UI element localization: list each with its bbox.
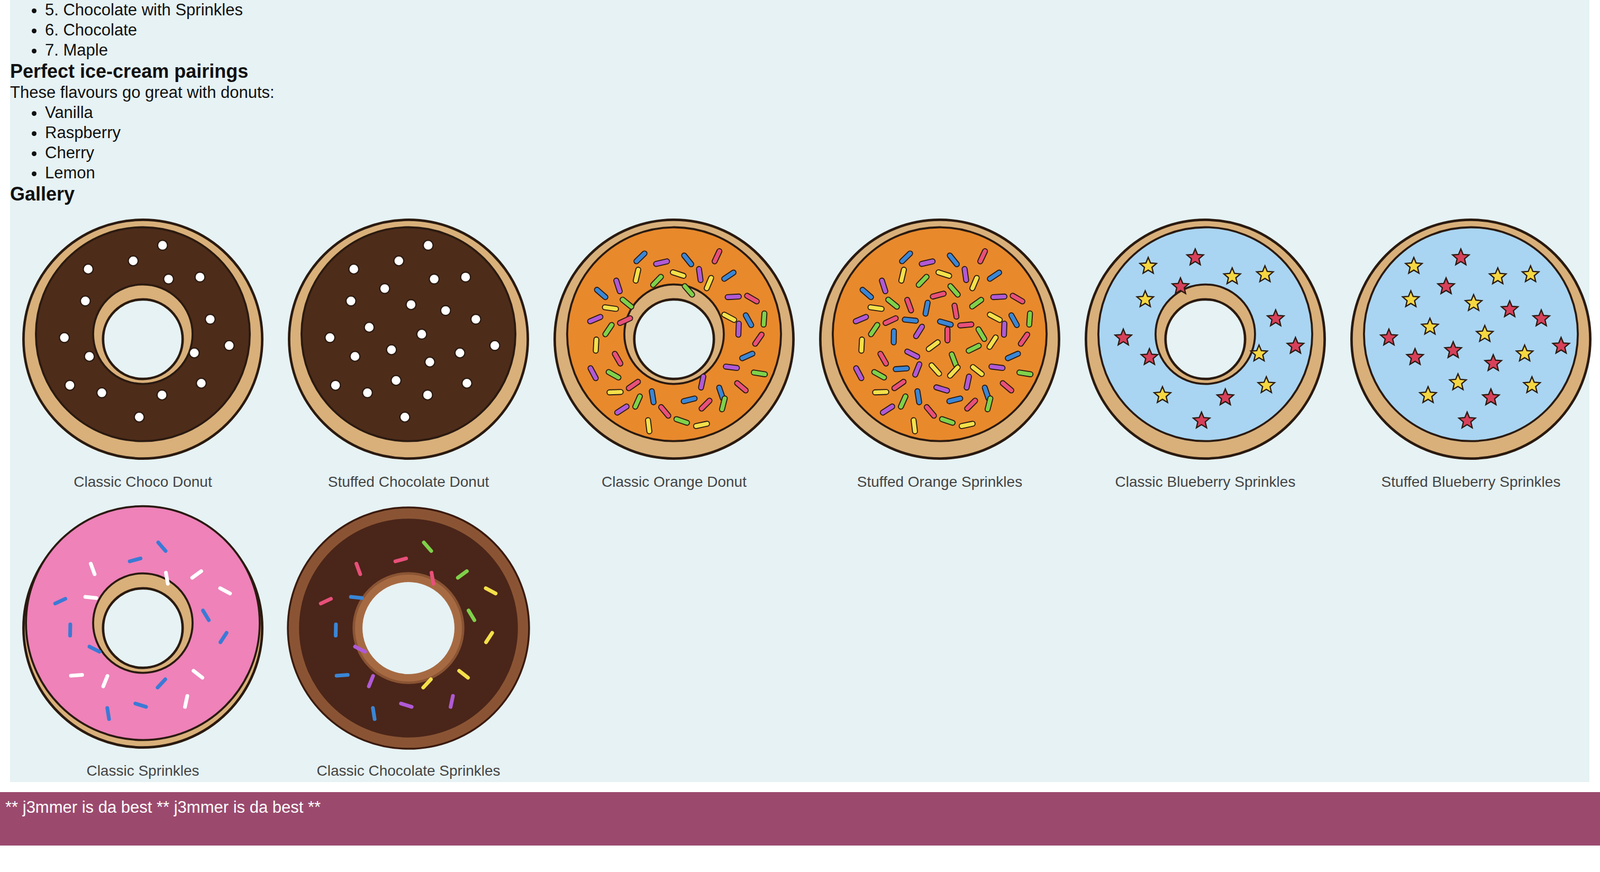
donut-caption: Classic Sprinkles — [86, 761, 199, 780]
flavour-item: 5. Chocolate with Sprinkles — [44, 0, 1590, 21]
gallery-card[interactable]: Classic Blueberry Sprinkles — [1072, 214, 1339, 492]
gallery: Classic Choco Donut Stuffed Chocolate Do… — [10, 214, 1590, 780]
pairing-item: Cherry — [44, 142, 1590, 163]
donut-icon — [284, 503, 533, 753]
page: 5. Chocolate with Sprinkles6. Chocolate7… — [0, 0, 1600, 846]
gallery-card[interactable]: Classic Choco Donut — [10, 214, 276, 492]
donut-icon — [284, 214, 533, 464]
gallery-card[interactable]: Stuffed Orange Sprinkles — [806, 214, 1073, 492]
footer: ** j3mmer is da best ** j3mmer is da bes… — [0, 792, 1600, 846]
donut-caption: Classic Chocolate Sprinkles — [316, 761, 500, 780]
pairings-intro: These flavours go great with donuts: — [10, 82, 1590, 103]
pairing-item: Raspberry — [44, 122, 1590, 143]
footer-text: ** j3mmer is da best ** j3mmer is da bes… — [5, 797, 321, 817]
donut-caption: Classic Orange Donut — [601, 473, 747, 492]
gallery-card[interactable]: Stuffed Chocolate Donut — [275, 214, 542, 492]
gallery-heading: Gallery — [10, 183, 1590, 206]
donut-icon — [18, 503, 268, 753]
flavour-item: 6. Chocolate — [44, 20, 1590, 41]
gallery-card[interactable]: Classic Sprinkles — [10, 503, 276, 780]
pairings-heading: Perfect ice-cream pairings — [10, 60, 1590, 83]
flavour-list: 5. Chocolate with Sprinkles6. Chocolate7… — [10, 0, 1590, 61]
gallery-card[interactable]: Classic Orange Donut — [541, 214, 807, 492]
pairing-item: Lemon — [44, 162, 1590, 184]
content: 5. Chocolate with Sprinkles6. Chocolate7… — [10, 0, 1590, 783]
pairings-list: VanillaRaspberryCherryLemon — [10, 102, 1590, 184]
donut-icon — [1346, 214, 1596, 464]
pairing-item: Vanilla — [44, 102, 1590, 123]
donut-caption: Classic Choco Donut — [73, 473, 212, 492]
donut-caption: Stuffed Orange Sprinkles — [857, 473, 1023, 492]
donut-icon — [1080, 214, 1330, 464]
donut-caption: Stuffed Chocolate Donut — [328, 473, 490, 492]
gallery-card[interactable]: Classic Chocolate Sprinkles — [275, 503, 542, 780]
donut-caption: Stuffed Blueberry Sprinkles — [1381, 473, 1561, 492]
gallery-card[interactable]: Stuffed Blueberry Sprinkles — [1338, 214, 1600, 492]
donut-caption: Classic Blueberry Sprinkles — [1115, 473, 1296, 492]
donut-icon — [18, 214, 268, 464]
donut-icon — [549, 214, 799, 464]
donut-icon — [815, 214, 1065, 464]
flavour-item: 7. Maple — [44, 40, 1590, 61]
